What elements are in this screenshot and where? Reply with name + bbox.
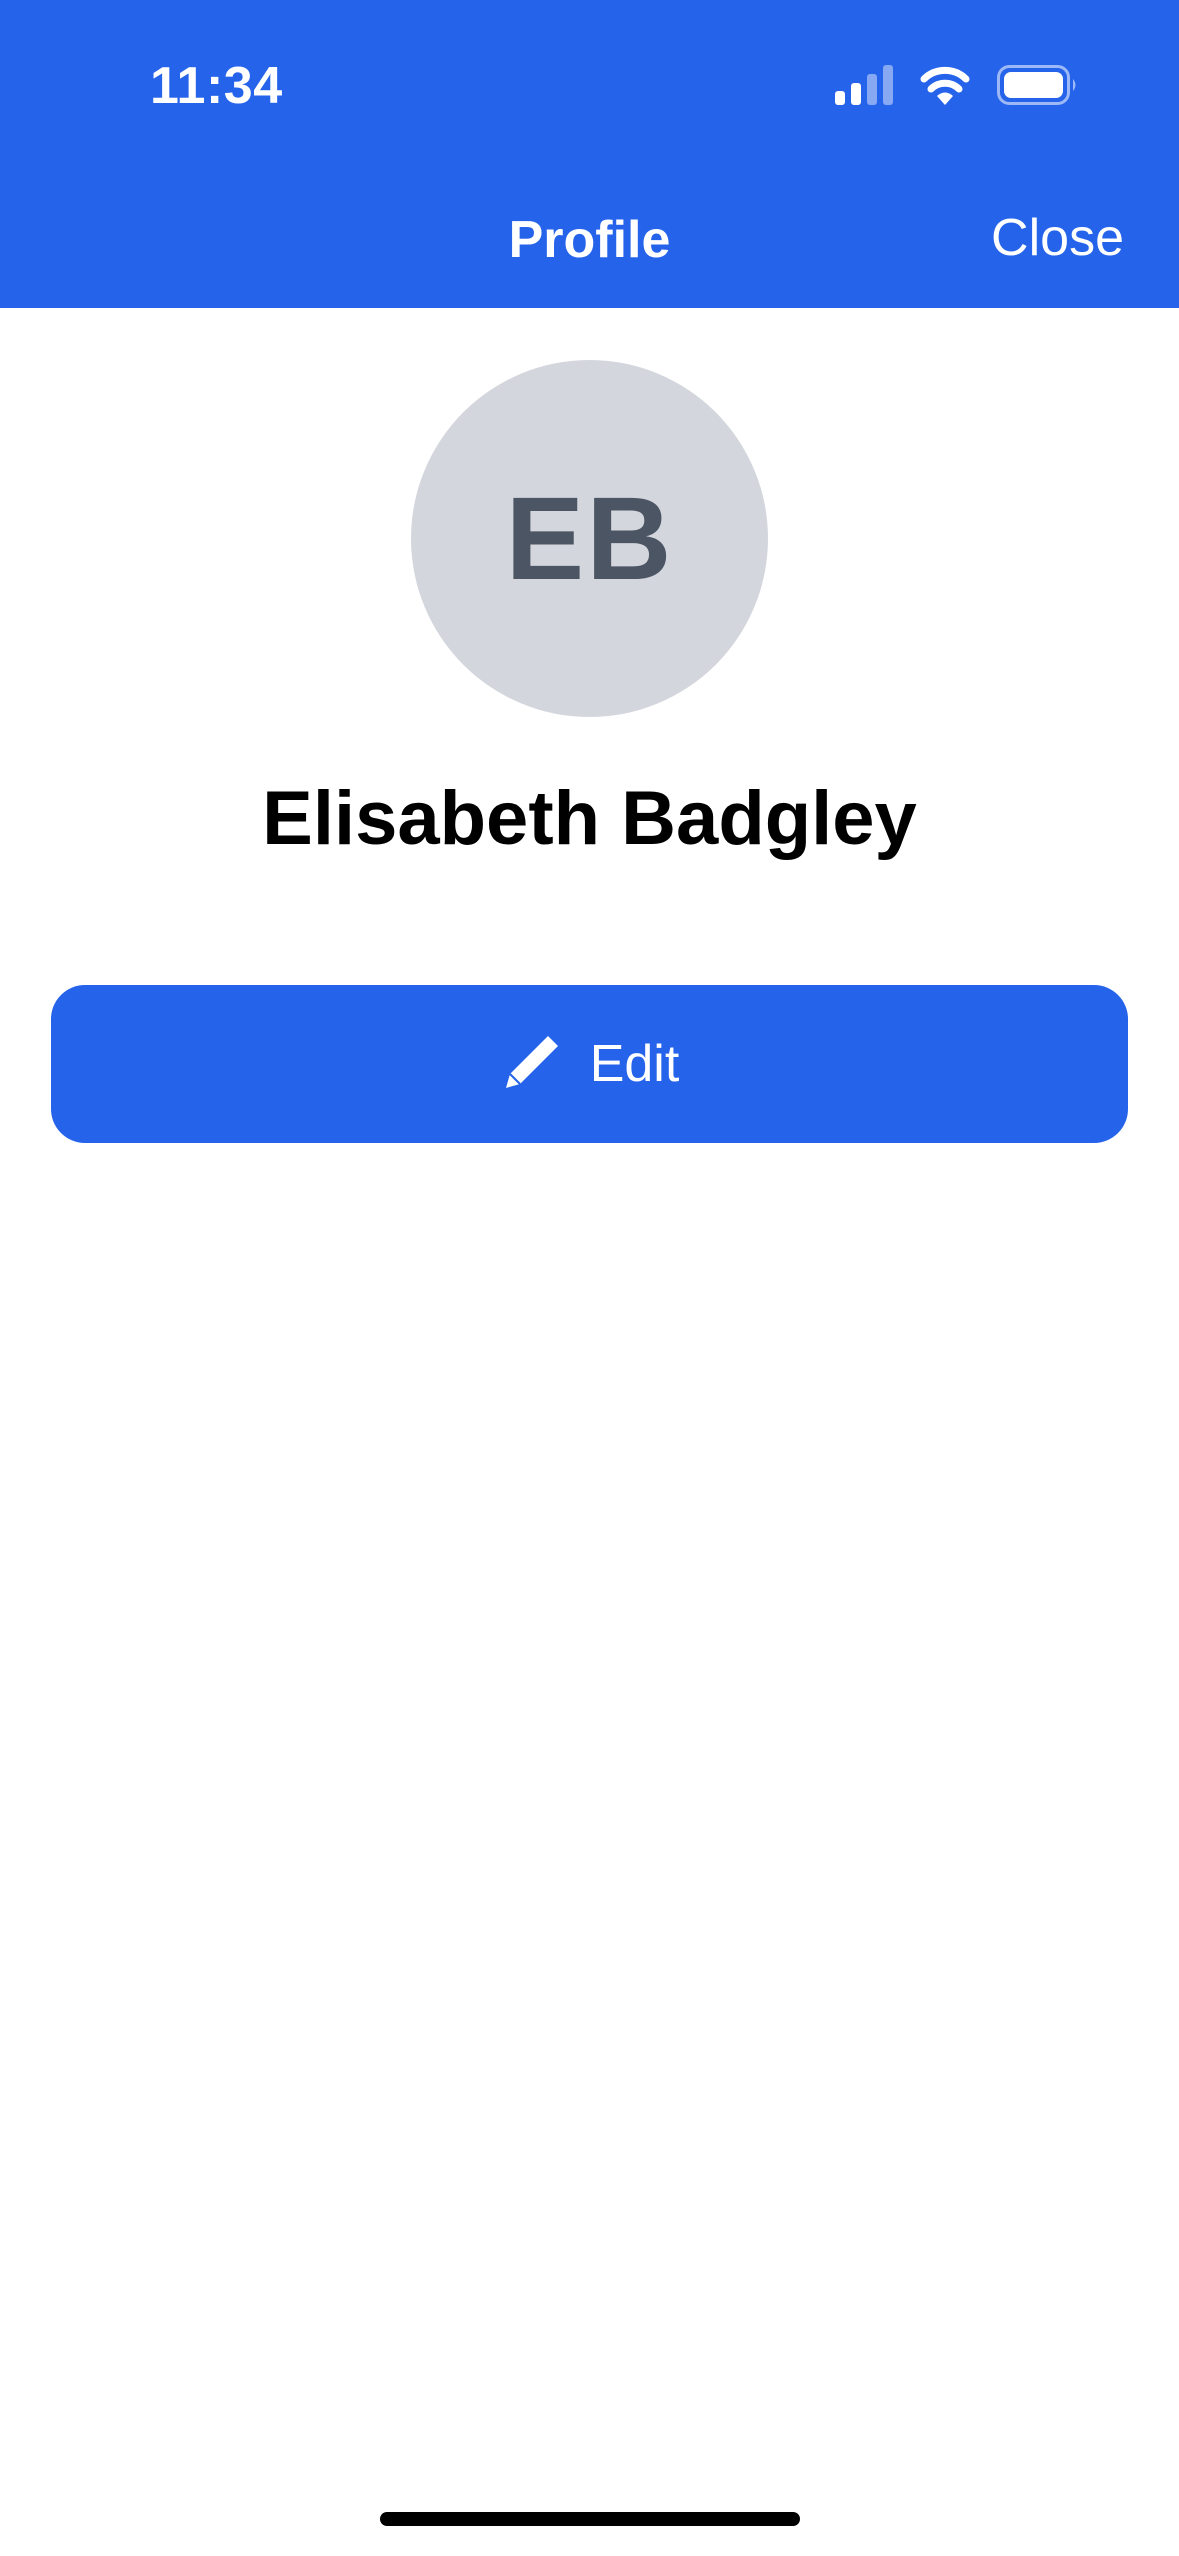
close-button[interactable]: Close (991, 208, 1124, 268)
profile-name: Elisabeth Badgley (262, 776, 917, 861)
navigation-bar: Profile Close (0, 190, 1179, 300)
avatar-initials: EB (505, 472, 674, 605)
status-bar: 11:34 (0, 0, 1179, 175)
cellular-signal-icon (835, 64, 893, 110)
wifi-icon (919, 65, 971, 110)
pencil-icon (500, 1030, 564, 1099)
edit-button[interactable]: Edit (51, 985, 1128, 1143)
status-icons (835, 62, 1079, 112)
avatar: EB (411, 360, 768, 717)
home-indicator[interactable] (380, 2512, 800, 2526)
battery-icon (997, 64, 1079, 110)
status-time: 11:34 (150, 57, 283, 115)
profile-screen: 11:34 Profile Close EB Elisabeth Badgley… (0, 0, 1179, 2556)
header: 11:34 Profile Close (0, 0, 1179, 308)
edit-button-label: Edit (589, 1035, 680, 1093)
